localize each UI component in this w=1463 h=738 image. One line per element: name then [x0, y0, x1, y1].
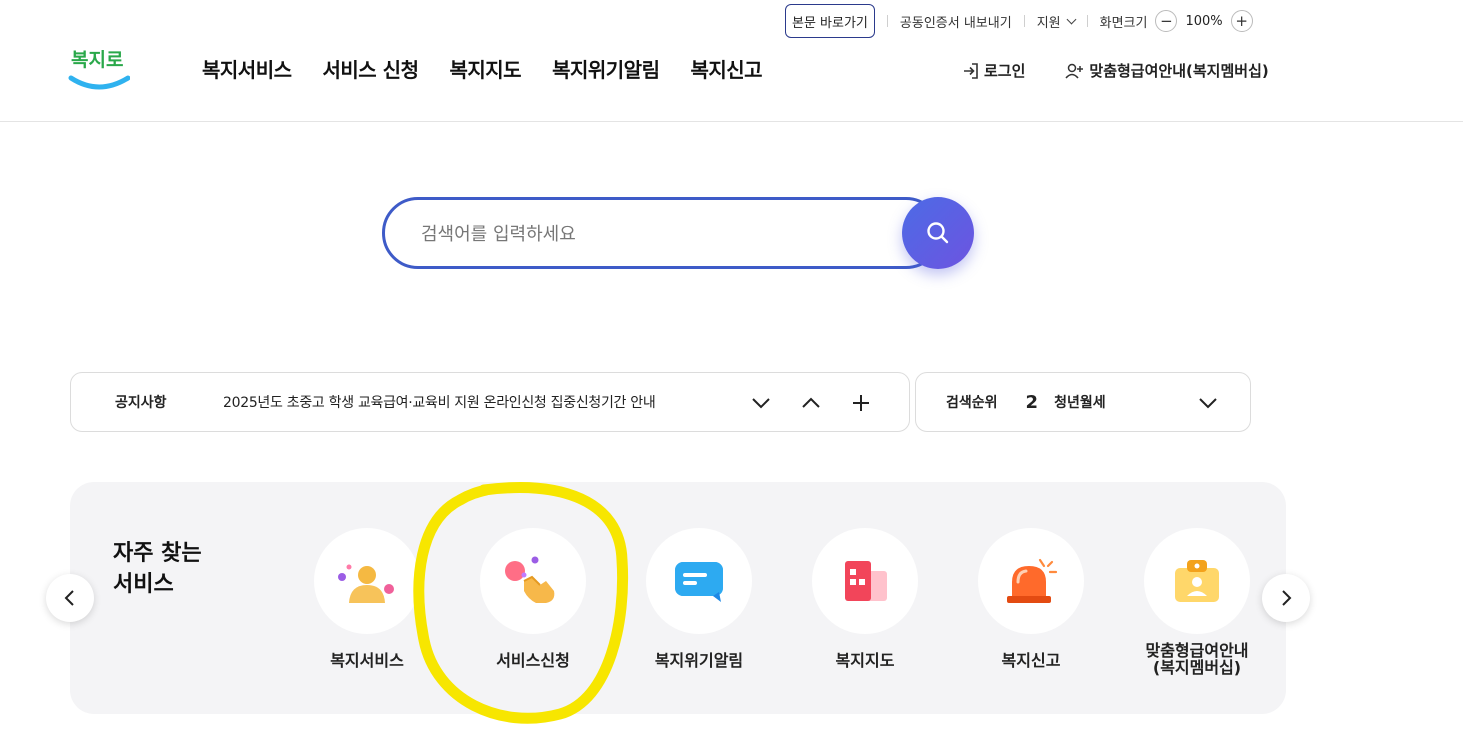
carousel-next-button[interactable]	[1262, 574, 1310, 622]
svg-text:복지로: 복지로	[71, 49, 123, 71]
login-link[interactable]: 로그인	[962, 60, 1025, 81]
service-label: 서비스신청	[496, 651, 570, 670]
quick-service-apply[interactable]: 서비스신청	[463, 528, 603, 669]
chevron-down-icon	[1066, 14, 1077, 24]
message-icon	[675, 562, 723, 602]
zoom-value: 100%	[1185, 13, 1223, 29]
site-logo[interactable]: 복지로	[68, 40, 131, 94]
search-input[interactable]	[421, 220, 891, 248]
support-label: 지원	[1036, 15, 1061, 31]
nav-welfare-map[interactable]: 복지지도	[449, 54, 521, 83]
service-icon-circle	[1144, 528, 1250, 634]
quick-title-line1: 자주 찾는	[113, 541, 202, 566]
people-icon	[338, 564, 394, 603]
login-label: 로그인	[984, 62, 1026, 80]
search-icon	[927, 222, 949, 244]
quick-service-membership[interactable]: 맞춤형급여안내 (복지멤버십)	[1127, 528, 1267, 676]
login-icon	[964, 62, 978, 79]
search-bar	[382, 197, 974, 269]
rank-expand-button[interactable]	[1196, 391, 1220, 415]
search-rank-bar[interactable]: 검색순위 2 청년월세	[915, 372, 1251, 432]
quick-service-map[interactable]: 복지지도	[795, 528, 935, 669]
notice-prev-button[interactable]	[799, 391, 823, 415]
quick-services-panel: 자주 찾는 서비스 복지서비스 서비스신청 복지위기알림 복지지도 복지신고 맞…	[70, 482, 1286, 714]
service-label: 복지서비스	[330, 651, 404, 670]
notice-controls	[749, 391, 873, 415]
chevron-down-icon	[752, 398, 770, 409]
search-box	[382, 197, 942, 269]
service-icon-circle	[480, 528, 586, 634]
carousel-prev-button[interactable]	[46, 574, 94, 622]
quick-service-crisis-alert[interactable]: 복지위기알림	[629, 528, 769, 669]
service-icon-circle	[978, 528, 1084, 634]
header-divider	[0, 121, 1463, 122]
hand-tap-icon	[505, 556, 555, 603]
utility-bar: 본문 바로가기 공동인증서 내보내기 지원 화면크기 − 100% +	[785, 4, 1253, 38]
plus-icon	[853, 395, 869, 411]
service-label: 복지지도	[835, 651, 895, 670]
nav-welfare-report[interactable]: 복지신고	[690, 54, 762, 83]
support-menu[interactable]: 지원	[1036, 12, 1077, 31]
service-label: 맞춤형급여안내 (복지멤버십)	[1127, 642, 1267, 676]
notice-title: 공지사항	[115, 395, 167, 411]
notice-next-button[interactable]	[749, 391, 773, 415]
header-actions: 로그인 맞춤형급여안내(복지멤버십)	[962, 60, 1269, 81]
main-nav: 복지서비스 서비스 신청 복지지도 복지위기알림 복지신고	[202, 54, 763, 83]
service-icon-circle	[646, 528, 752, 634]
service-icon-circle	[812, 528, 918, 634]
logo-icon: 복지로	[68, 49, 131, 90]
chevron-right-icon	[1282, 590, 1292, 606]
rank-number: 2	[1025, 391, 1039, 413]
divider	[1086, 15, 1088, 27]
zoom-in-button[interactable]: +	[1230, 10, 1253, 32]
siren-icon	[1007, 558, 1058, 603]
building-map-icon	[845, 561, 887, 601]
rank-title: 검색순위	[946, 395, 998, 411]
zoom-label: 화면크기	[1099, 15, 1148, 31]
service-label-line1: 맞춤형급여안내	[1145, 641, 1249, 660]
skip-to-content-link[interactable]: 본문 바로가기	[785, 4, 875, 38]
nav-service-apply[interactable]: 서비스 신청	[323, 54, 419, 83]
membership-label: 맞춤형급여안내(복지멤버십)	[1089, 62, 1269, 80]
search-button[interactable]	[902, 197, 974, 269]
chevron-left-icon	[64, 590, 74, 606]
service-label-line2: (복지멤버십)	[1152, 658, 1242, 677]
id-badge-icon	[1175, 560, 1219, 602]
zoom-out-button[interactable]: −	[1155, 10, 1178, 32]
notice-more-button[interactable]	[849, 391, 873, 415]
service-icon-circle	[314, 528, 420, 634]
nav-crisis-alert[interactable]: 복지위기알림	[552, 54, 660, 83]
service-label: 복지신고	[1001, 651, 1061, 670]
user-plus-icon	[1065, 63, 1084, 79]
membership-link[interactable]: 맞춤형급여안내(복지멤버십)	[1065, 60, 1269, 81]
divider	[886, 15, 888, 27]
divider	[1023, 15, 1025, 27]
quick-service-welfare[interactable]: 복지서비스	[297, 528, 437, 669]
quick-services-title: 자주 찾는 서비스	[113, 538, 202, 600]
nav-welfare-service[interactable]: 복지서비스	[202, 54, 292, 83]
service-label: 복지위기알림	[654, 651, 744, 670]
quick-title-line2: 서비스	[113, 572, 174, 597]
notice-bar: 공지사항 2025년도 초중고 학생 교육급여·교육비 지원 온라인신청 집중신…	[70, 372, 910, 432]
notice-headline-link[interactable]: 2025년도 초중고 학생 교육급여·교육비 지원 온라인신청 집중신청기간 안…	[223, 392, 656, 412]
rank-term: 청년월세	[1054, 395, 1106, 411]
quick-service-report[interactable]: 복지신고	[961, 528, 1101, 669]
chevron-down-icon	[1199, 398, 1217, 409]
chevron-up-icon	[802, 397, 820, 408]
cert-export-link[interactable]: 공동인증서 내보내기	[900, 12, 1012, 31]
